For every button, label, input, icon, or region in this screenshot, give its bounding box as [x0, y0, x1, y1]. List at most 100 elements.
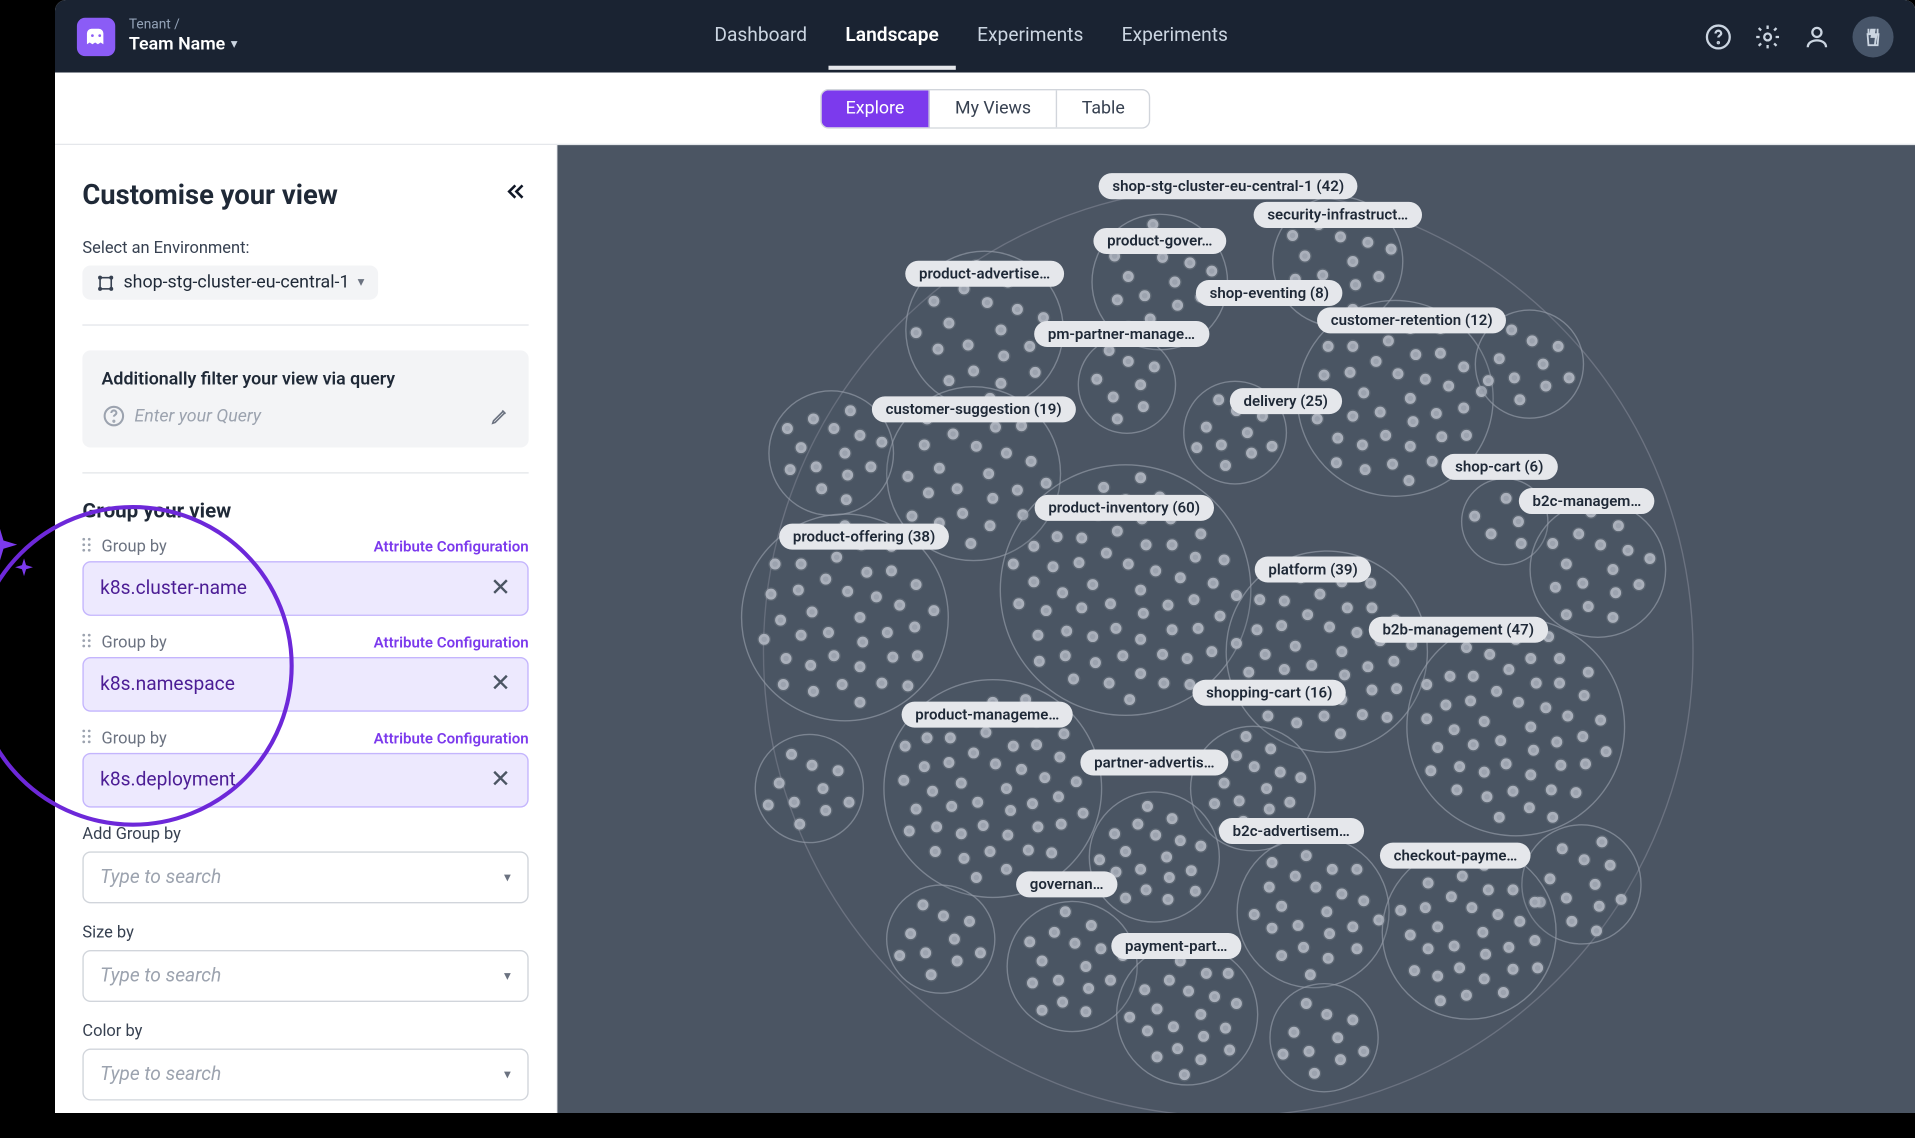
- node-dot[interactable]: [1425, 765, 1436, 776]
- node-dot[interactable]: [832, 765, 843, 776]
- edit-icon[interactable]: [490, 407, 509, 426]
- node-dot[interactable]: [1001, 864, 1012, 875]
- node-dot[interactable]: [1179, 1069, 1190, 1080]
- node-dot[interactable]: [1105, 599, 1116, 610]
- cluster-label[interactable]: product-gover…: [1093, 228, 1226, 254]
- node-dot[interactable]: [816, 483, 827, 494]
- node-dot[interactable]: [1426, 456, 1437, 467]
- node-dot[interactable]: [1513, 516, 1524, 527]
- node-dot[interactable]: [1344, 366, 1355, 377]
- cluster-label[interactable]: b2c-advertisem…: [1219, 818, 1364, 844]
- node-dot[interactable]: [1036, 1004, 1047, 1015]
- node-dot[interactable]: [854, 429, 865, 440]
- node-dot[interactable]: [1577, 578, 1588, 589]
- node-dot[interactable]: [1440, 699, 1451, 710]
- node-dot[interactable]: [1076, 532, 1087, 543]
- node-dot[interactable]: [1459, 361, 1470, 372]
- node-dot[interactable]: [1436, 432, 1447, 443]
- node-dot[interactable]: [806, 759, 817, 770]
- node-dot[interactable]: [922, 732, 933, 743]
- node-dot[interactable]: [1358, 387, 1369, 398]
- node-dot[interactable]: [1231, 998, 1242, 1009]
- node-dot[interactable]: [1195, 1009, 1206, 1020]
- node-dot[interactable]: [990, 421, 1001, 432]
- node-dot[interactable]: [1024, 936, 1035, 947]
- node-dot[interactable]: [1101, 547, 1112, 558]
- node-dot[interactable]: [1095, 943, 1106, 954]
- node-dot[interactable]: [1380, 430, 1391, 441]
- node-dot[interactable]: [1248, 909, 1259, 920]
- node-dot[interactable]: [782, 423, 793, 434]
- node-dot[interactable]: [1135, 585, 1146, 596]
- node-dot[interactable]: [1169, 277, 1180, 288]
- size-by-input[interactable]: Type to search ▾: [82, 950, 528, 1002]
- node-dot[interactable]: [1220, 1023, 1231, 1034]
- node-dot[interactable]: [1540, 703, 1551, 714]
- node-dot[interactable]: [1454, 963, 1465, 974]
- help-icon[interactable]: [1705, 23, 1732, 50]
- node-dot[interactable]: [1526, 335, 1537, 346]
- node-dot[interactable]: [1230, 750, 1241, 761]
- node-dot[interactable]: [984, 520, 995, 531]
- node-dot[interactable]: [1423, 878, 1434, 889]
- node-dot[interactable]: [1507, 786, 1518, 797]
- node-dot[interactable]: [918, 761, 929, 772]
- node-dot[interactable]: [1087, 579, 1098, 590]
- node-dot[interactable]: [778, 678, 789, 689]
- node-dot[interactable]: [861, 567, 872, 578]
- attribute-config-link[interactable]: Attribute Configuration: [374, 633, 529, 651]
- node-dot[interactable]: [1556, 760, 1567, 771]
- cluster-group[interactable]: [1406, 617, 1625, 836]
- node-dot[interactable]: [1090, 657, 1101, 668]
- node-dot[interactable]: [1546, 784, 1557, 795]
- node-dot[interactable]: [1192, 622, 1203, 633]
- node-dot[interactable]: [1287, 230, 1298, 241]
- nav-landscape[interactable]: Landscape: [829, 3, 955, 70]
- node-dot[interactable]: [1262, 710, 1273, 721]
- node-dot[interactable]: [877, 436, 888, 447]
- node-dot[interactable]: [1309, 1068, 1320, 1079]
- node-dot[interactable]: [928, 605, 939, 616]
- node-dot[interactable]: [1138, 401, 1149, 412]
- node-dot[interactable]: [1435, 995, 1446, 1006]
- node-dot[interactable]: [1321, 1008, 1332, 1019]
- cluster-label[interactable]: product-advertise…: [905, 261, 1064, 287]
- cluster-label[interactable]: b2c-managem…: [1519, 488, 1655, 514]
- cluster-group[interactable]: [1089, 791, 1220, 922]
- node-dot[interactable]: [1184, 258, 1195, 269]
- nav-dashboard[interactable]: Dashboard: [698, 3, 824, 70]
- node-dot[interactable]: [758, 633, 769, 644]
- node-dot[interactable]: [1039, 772, 1050, 783]
- node-dot[interactable]: [937, 910, 948, 921]
- node-dot[interactable]: [1337, 888, 1348, 899]
- node-dot[interactable]: [1583, 601, 1594, 612]
- cluster-group[interactable]: [1236, 835, 1389, 988]
- node-dot[interactable]: [1109, 828, 1120, 839]
- node-dot[interactable]: [1288, 1027, 1299, 1038]
- node-dot[interactable]: [1208, 577, 1219, 588]
- node-dot[interactable]: [1493, 908, 1504, 919]
- node-dot[interactable]: [1574, 528, 1585, 539]
- node-dot[interactable]: [922, 487, 933, 498]
- node-dot[interactable]: [1174, 573, 1185, 584]
- node-dot[interactable]: [995, 324, 1006, 335]
- node-dot[interactable]: [987, 493, 998, 504]
- cluster-label[interactable]: product-offering (38): [779, 524, 949, 550]
- node-dot[interactable]: [1408, 416, 1419, 427]
- node-dot[interactable]: [1493, 353, 1504, 364]
- node-dot[interactable]: [1500, 758, 1511, 769]
- node-dot[interactable]: [905, 928, 916, 939]
- node-dot[interactable]: [1135, 634, 1146, 645]
- node-dot[interactable]: [1351, 627, 1362, 638]
- node-dot[interactable]: [932, 344, 943, 355]
- node-dot[interactable]: [929, 846, 940, 857]
- node-dot[interactable]: [840, 494, 851, 505]
- node-dot[interactable]: [1478, 973, 1489, 984]
- node-dot[interactable]: [911, 579, 922, 590]
- node-dot[interactable]: [1049, 927, 1060, 938]
- node-dot[interactable]: [970, 441, 981, 452]
- node-dot[interactable]: [1484, 649, 1495, 660]
- node-dot[interactable]: [1375, 407, 1386, 418]
- node-dot[interactable]: [795, 442, 806, 453]
- node-dot[interactable]: [1157, 649, 1168, 660]
